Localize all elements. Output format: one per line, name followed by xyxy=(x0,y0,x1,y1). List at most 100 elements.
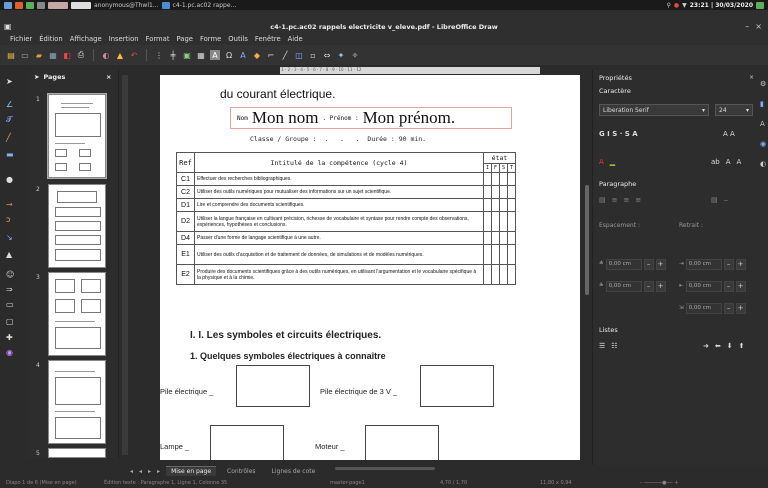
font-color-buttons[interactable]: A ▁ xyxy=(599,158,615,166)
spin-value[interactable]: 0,00 cm xyxy=(605,258,642,270)
print-icon[interactable]: ⎙ xyxy=(76,50,86,60)
arrow-tool-icon[interactable]: → xyxy=(6,200,13,209)
page-thumbnail-4[interactable] xyxy=(48,360,106,444)
menu-insertion[interactable]: Insertion xyxy=(109,35,139,43)
battery-icon[interactable]: ● xyxy=(674,2,679,9)
styles-deck-icon[interactable]: ▮ xyxy=(760,100,768,108)
undo-icon[interactable]: ↶ xyxy=(129,50,139,60)
indent-after-stepper[interactable]: ⇤ 0,00 cm – + xyxy=(679,280,746,292)
scrollbar-thumb[interactable] xyxy=(335,467,435,470)
decrement-button[interactable]: – xyxy=(643,280,654,292)
taskbar-window-thumb-2[interactable] xyxy=(71,1,91,9)
style-buttons[interactable]: G I S · S A xyxy=(599,130,638,138)
tab-nav-first-icon[interactable]: ◂ xyxy=(130,468,133,475)
zoom-tool-icon[interactable]: ∠ xyxy=(6,100,13,109)
justify-icon[interactable]: ≡ xyxy=(635,196,641,204)
list-buttons[interactable]: ☰ ☷ xyxy=(599,342,618,350)
menu-forme[interactable]: Forme xyxy=(200,35,221,43)
answer-box-pile[interactable] xyxy=(236,365,310,407)
horizontal-scrollbar[interactable] xyxy=(325,465,585,471)
horizontal-ruler[interactable]: 1 · 2 · 3 · 4 · 5 · 6 · 7 · 8 · 9 · 10 ·… xyxy=(280,67,540,74)
valign-mid-icon[interactable]: ‒ xyxy=(724,196,728,204)
shadow-icon[interactable]: ▫ xyxy=(308,50,318,60)
decrement-button[interactable]: – xyxy=(643,258,654,270)
symbol-shapes-icon[interactable]: ☺ xyxy=(6,270,14,279)
text-tool-icon[interactable]: 𝓣 xyxy=(6,115,12,125)
network-icon[interactable]: ⚲ xyxy=(666,2,670,9)
connector-icon[interactable]: ⌐ xyxy=(266,50,276,60)
connector-tool-icon[interactable]: ↘ xyxy=(6,233,13,242)
spin-value[interactable]: 0,00 cm xyxy=(605,280,642,292)
flowchart-icon[interactable]: ▭ xyxy=(6,300,14,309)
valign-buttons[interactable]: ▤ ‒ xyxy=(711,196,728,204)
gallery-deck-icon[interactable]: A xyxy=(760,120,768,128)
font-size-dropdown[interactable]: 24 ▾ xyxy=(715,104,753,116)
table-icon[interactable]: ▦ xyxy=(196,50,206,60)
arrow-up-icon[interactable]: ⬆ xyxy=(739,342,745,350)
decrement-button[interactable]: – xyxy=(723,280,734,292)
decrement-button[interactable]: – xyxy=(723,258,734,270)
line-tool-icon[interactable]: ╱ xyxy=(6,133,11,142)
increment-button[interactable]: + xyxy=(655,280,666,292)
menu-fenetre[interactable]: Fenêtre xyxy=(255,35,281,43)
tray-icon[interactable] xyxy=(756,1,764,9)
files-icon[interactable] xyxy=(26,1,34,9)
document-page[interactable]: du courant électrique. Nom Mon nom . Pré… xyxy=(160,75,580,460)
spacing-above-stepper[interactable]: ≛ 0,00 cm – + xyxy=(599,258,666,270)
paragraphe-section[interactable]: Paragraphe xyxy=(599,180,636,188)
font-name-dropdown[interactable]: Liberation Serif ▾ xyxy=(599,104,709,116)
save-icon[interactable]: ▦ xyxy=(48,50,58,60)
menu-page[interactable]: Page xyxy=(177,35,193,43)
decrement-button[interactable]: – xyxy=(723,302,734,314)
drawing-canvas[interactable]: 1 · 2 · 3 · 4 · 5 · 6 · 7 · 8 · 9 · 10 ·… xyxy=(120,65,590,460)
arrow-right-icon[interactable]: ➜ xyxy=(703,342,709,350)
rectangle-tool-icon[interactable]: ▬ xyxy=(6,150,14,159)
menu-format[interactable]: Format xyxy=(146,35,170,43)
menu-fichier[interactable]: Fichier xyxy=(10,35,32,43)
list-move-buttons[interactable]: ➜ ⬅ ⬇ ⬆ xyxy=(703,342,745,350)
firefox-icon[interactable] xyxy=(15,1,23,9)
curve-tool-icon[interactable]: ↄ xyxy=(6,215,10,224)
font-size-buttons[interactable]: A A xyxy=(723,130,735,138)
clone-icon[interactable]: ◐ xyxy=(101,50,111,60)
export-pdf-icon[interactable]: ◧ xyxy=(62,50,72,60)
pages-pane-close-button[interactable]: × xyxy=(106,73,111,81)
app-menu-icon[interactable] xyxy=(4,1,12,9)
textbox-icon[interactable]: A xyxy=(210,50,220,60)
spacing-icon[interactable]: ab xyxy=(711,158,720,166)
align-center-icon[interactable]: ≡ xyxy=(612,196,618,204)
increment-button[interactable]: + xyxy=(735,258,746,270)
char-spacing-buttons[interactable]: ab A A xyxy=(711,158,741,166)
properties-deck-icon[interactable]: ⚙ xyxy=(760,80,768,88)
tab-controles[interactable]: Contrôles xyxy=(222,467,261,476)
block-arrows-icon[interactable]: ⇒ xyxy=(6,285,13,294)
vertical-scrollbar[interactable] xyxy=(585,70,590,455)
page-thumbnail-5[interactable] xyxy=(48,448,106,458)
spacing-below-stepper[interactable]: ≚ 0,00 cm – + xyxy=(599,280,666,292)
spin-value[interactable]: 0,00 cm xyxy=(685,302,722,314)
spin-value[interactable]: 0,00 cm xyxy=(685,280,722,292)
wifi-icon[interactable]: ▼ xyxy=(682,2,687,9)
align-icon[interactable]: ⇔ xyxy=(322,50,332,60)
valign-icon[interactable]: ▤ xyxy=(711,196,718,204)
templates-icon[interactable]: ▭ xyxy=(20,50,30,60)
basic-shapes-icon[interactable]: ▲ xyxy=(6,250,12,259)
taskbar-window-thumb[interactable] xyxy=(48,1,68,9)
scrollbar-thumb[interactable] xyxy=(585,185,589,295)
increment-button[interactable]: + xyxy=(735,302,746,314)
page-thumbnail-2[interactable] xyxy=(48,184,106,268)
clock[interactable]: 23:21 | 30/03/2020 xyxy=(690,2,753,9)
align-left-icon[interactable]: ▤ xyxy=(599,196,606,204)
minimize-button[interactable]: – xyxy=(745,22,749,31)
points-icon[interactable]: ✦ xyxy=(336,50,346,60)
open-icon[interactable]: ▰ xyxy=(34,50,44,60)
line-icon[interactable]: ╱ xyxy=(280,50,290,60)
increment-button[interactable]: + xyxy=(655,258,666,270)
taskbar-user-window[interactable]: anonymous@Thwl1... xyxy=(94,2,159,9)
tab-nav-last-icon[interactable]: ▸ xyxy=(157,468,160,475)
grid-icon[interactable]: ⋮ xyxy=(154,50,164,60)
callouts-icon[interactable]: ▢ xyxy=(6,317,14,326)
font-color-icon[interactable]: A xyxy=(599,158,604,166)
new-icon[interactable]: ▤ xyxy=(6,50,16,60)
close-button[interactable]: × xyxy=(755,22,762,31)
